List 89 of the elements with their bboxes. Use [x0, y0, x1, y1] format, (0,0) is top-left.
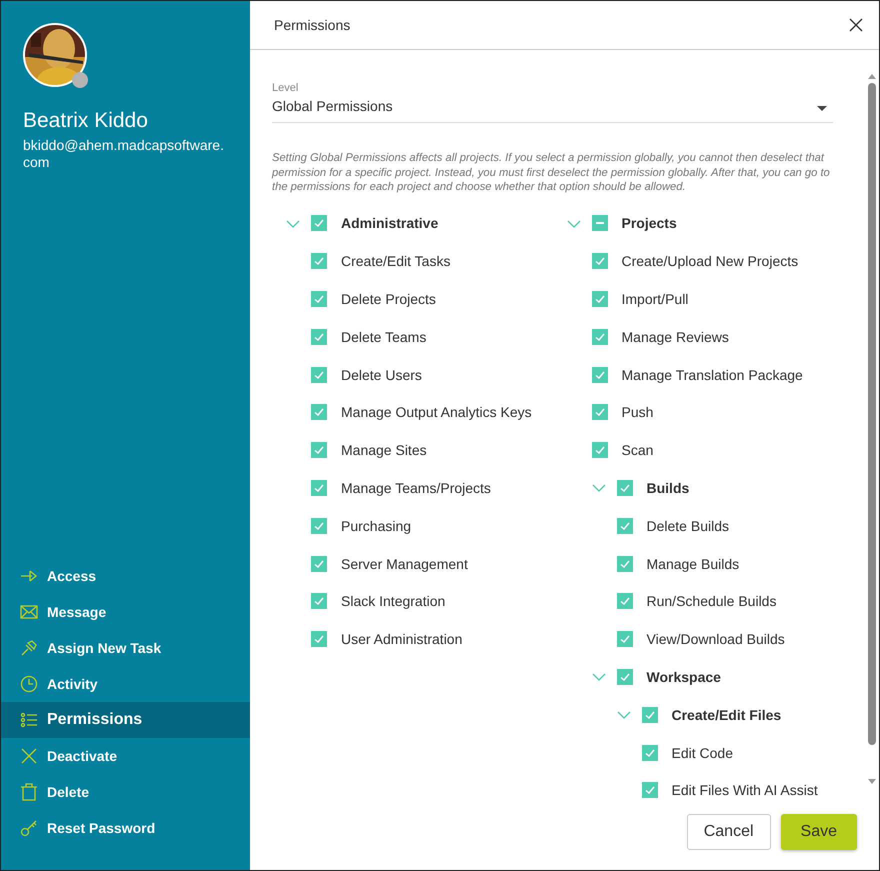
trash-icon [20, 783, 38, 801]
permission-label: Projects [622, 215, 677, 232]
pin-icon [20, 639, 38, 657]
checkbox[interactable] [311, 328, 327, 345]
checkbox[interactable] [616, 480, 632, 496]
permission-label: Create/Upload New Projects [622, 253, 798, 270]
permissions-tab[interactable]: Permissions [274, 1, 350, 49]
permission-label: Create/Edit Tasks [341, 253, 450, 270]
checkbox[interactable] [311, 480, 327, 496]
menu-item[interactable]: Assign New Task [1, 630, 250, 666]
key-icon [20, 819, 38, 837]
checkbox[interactable] [592, 253, 608, 270]
checkbox[interactable] [616, 593, 632, 610]
user-name: Beatrix Kiddo [23, 109, 149, 133]
permission-label: Server Management [341, 556, 468, 572]
checkbox[interactable] [592, 215, 608, 232]
checkbox[interactable] [616, 668, 632, 685]
scrollbar[interactable] [867, 74, 877, 784]
checkbox[interactable] [592, 290, 608, 307]
permission-label: Manage Output Analytics Keys [341, 404, 532, 420]
menu-item[interactable]: Message [1, 594, 250, 630]
checkbox[interactable] [311, 215, 327, 232]
scroll-up-icon[interactable] [868, 74, 876, 79]
permission-label: Manage Sites [341, 442, 427, 458]
permission-label: Administrative [341, 215, 438, 232]
checkbox[interactable] [311, 253, 327, 270]
permission-label: Manage Translation Package [622, 366, 803, 383]
permission-label: Run/Schedule Builds [646, 593, 776, 610]
user-email: bkiddo@ahem.madcapsoftware.com [23, 137, 225, 171]
permission-label: Create/Edit Files [672, 706, 782, 723]
list-icon [20, 711, 38, 729]
permission-label: Manage Builds [646, 556, 740, 572]
permission-label: Manage Reviews [622, 328, 729, 345]
clock-icon [20, 675, 38, 693]
permission-label: Edit Code [672, 744, 733, 761]
checkbox[interactable] [592, 404, 608, 420]
checkbox[interactable] [311, 556, 327, 572]
checkbox[interactable] [311, 290, 327, 307]
checkbox[interactable] [616, 631, 632, 648]
permission-label: Builds [646, 480, 690, 496]
checkbox[interactable] [642, 744, 658, 761]
checkbox[interactable] [311, 404, 327, 420]
chevron-icon[interactable] [592, 484, 606, 492]
permission-label: Delete Users [341, 366, 422, 383]
info-text: Setting Global Permissions affects all projects. If you select a permission globally, you cannot then deselect that permission for a specific project. Instead, you must first deselect the permission globally. After that, you can go to the permissions for each project and choose whether that option should be allowed. [272, 151, 831, 194]
chevron-icon[interactable] [592, 673, 606, 682]
caret-icon[interactable] [817, 106, 827, 111]
checkbox[interactable] [616, 518, 632, 534]
permission-label: Push [622, 404, 654, 420]
envelope-icon [20, 603, 38, 621]
checkbox[interactable] [592, 328, 608, 345]
menu-item[interactable]: Permissions [1, 702, 250, 738]
permission-label: User Administration [341, 631, 462, 648]
checkbox[interactable] [616, 556, 632, 572]
permission-label: Slack Integration [341, 593, 446, 610]
permission-label: Delete Projects [341, 290, 436, 307]
scroll-down-icon[interactable] [868, 779, 876, 784]
checkbox[interactable] [311, 631, 327, 648]
permission-label: Scan [622, 442, 654, 458]
checkbox[interactable] [311, 366, 327, 383]
menu-item[interactable]: Activity [1, 666, 250, 702]
close-icon [20, 747, 38, 765]
status-dot [72, 72, 88, 88]
checkbox[interactable] [311, 518, 327, 534]
permission-label: View/Download Builds [646, 631, 785, 648]
checkbox[interactable] [311, 593, 327, 610]
checkbox[interactable] [642, 782, 658, 798]
menu-item[interactable]: Delete [1, 774, 250, 810]
checkbox[interactable] [592, 442, 608, 458]
permission-label: Delete Teams [341, 328, 426, 345]
menu-item[interactable]: Deactivate [1, 738, 250, 774]
checkbox[interactable] [642, 706, 658, 723]
menu-item[interactable]: Access [1, 558, 250, 594]
close-icon[interactable] [849, 18, 863, 32]
permission-label: Delete Builds [646, 518, 729, 534]
permission-label: Workspace [646, 668, 721, 685]
checkbox[interactable] [311, 442, 327, 458]
cancel-button[interactable]: Cancel [686, 814, 771, 850]
checkbox[interactable] [592, 366, 608, 383]
chevron-icon[interactable] [616, 710, 630, 719]
chevron-icon[interactable] [286, 220, 300, 228]
permission-label: Purchasing [341, 518, 412, 534]
save-button[interactable]: Save [780, 814, 857, 850]
chevron-icon[interactable] [566, 220, 580, 228]
permission-label: Import/Pull [622, 290, 688, 307]
level-dropdown[interactable]: Level Global Permissions [272, 82, 833, 123]
menu-item[interactable]: Reset Password [1, 810, 250, 846]
permission-label: Edit Files With AI Assist [672, 782, 818, 798]
permission-label: Manage Teams/Projects [341, 480, 491, 496]
